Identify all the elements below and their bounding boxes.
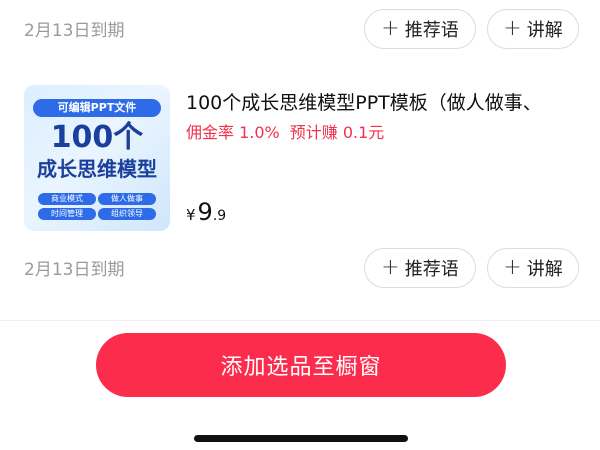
add-to-showcase-button[interactable]: 添加选品至橱窗 [96, 333, 506, 397]
recommend-label: 推荐语 [404, 259, 459, 280]
expire-date-label: 2月13日到期 [24, 260, 125, 280]
thumb-tag: 时间管理 [38, 208, 96, 220]
product-meta-row-top: 2月13日到期 + 推荐语 + 讲解 [0, 9, 600, 53]
page: 2月13日到期 + 推荐语 + 讲解 可编辑PPT文件 100个 成长思维模型 … [0, 0, 600, 450]
thumb-tag: 商业模式 [38, 193, 96, 205]
expire-date-label: 2月13日到期 [24, 21, 125, 41]
thumb-subheadline: 成长思维模型 [37, 157, 157, 181]
thumb-headline: 100个 [50, 120, 144, 155]
recommend-button[interactable]: + 推荐语 [364, 9, 476, 49]
explain-button[interactable]: + 讲解 [487, 9, 579, 49]
plus-icon: + [381, 16, 400, 41]
recommend-button[interactable]: + 推荐语 [364, 248, 476, 288]
product-title[interactable]: 100个成长思维模型PPT模板（做人做事、 [186, 91, 586, 115]
plus-icon: + [503, 16, 522, 41]
recommend-label: 推荐语 [404, 20, 459, 41]
home-indicator[interactable] [194, 435, 408, 442]
section-divider [0, 320, 600, 321]
commission-info: 佣金率 1.0% 预计赚 0.1元 [186, 123, 384, 143]
product-card[interactable]: 可编辑PPT文件 100个 成长思维模型 商业模式 做人做事 时间管理 组织领导… [24, 85, 584, 231]
thumb-tag: 做人做事 [98, 193, 156, 205]
thumb-banner: 可编辑PPT文件 [33, 99, 161, 117]
price-currency: ¥ [186, 206, 196, 224]
explain-label: 讲解 [526, 20, 563, 41]
product-meta-row: 2月13日到期 + 推荐语 + 讲解 [0, 248, 600, 292]
product-thumbnail[interactable]: 可编辑PPT文件 100个 成长思维模型 商业模式 做人做事 时间管理 组织领导 [24, 85, 170, 231]
estimated-earning: 预计赚 0.1元 [289, 123, 385, 142]
plus-icon: + [503, 255, 522, 280]
price-integer: 9 [197, 198, 213, 226]
thumb-tag: 组织领导 [98, 208, 156, 220]
product-price: ¥9.9 [186, 199, 226, 229]
commission-rate: 佣金率 1.0% [186, 123, 280, 142]
explain-button[interactable]: + 讲解 [487, 248, 579, 288]
explain-label: 讲解 [526, 259, 563, 280]
price-decimal: .9 [212, 208, 227, 224]
plus-icon: + [381, 255, 400, 280]
